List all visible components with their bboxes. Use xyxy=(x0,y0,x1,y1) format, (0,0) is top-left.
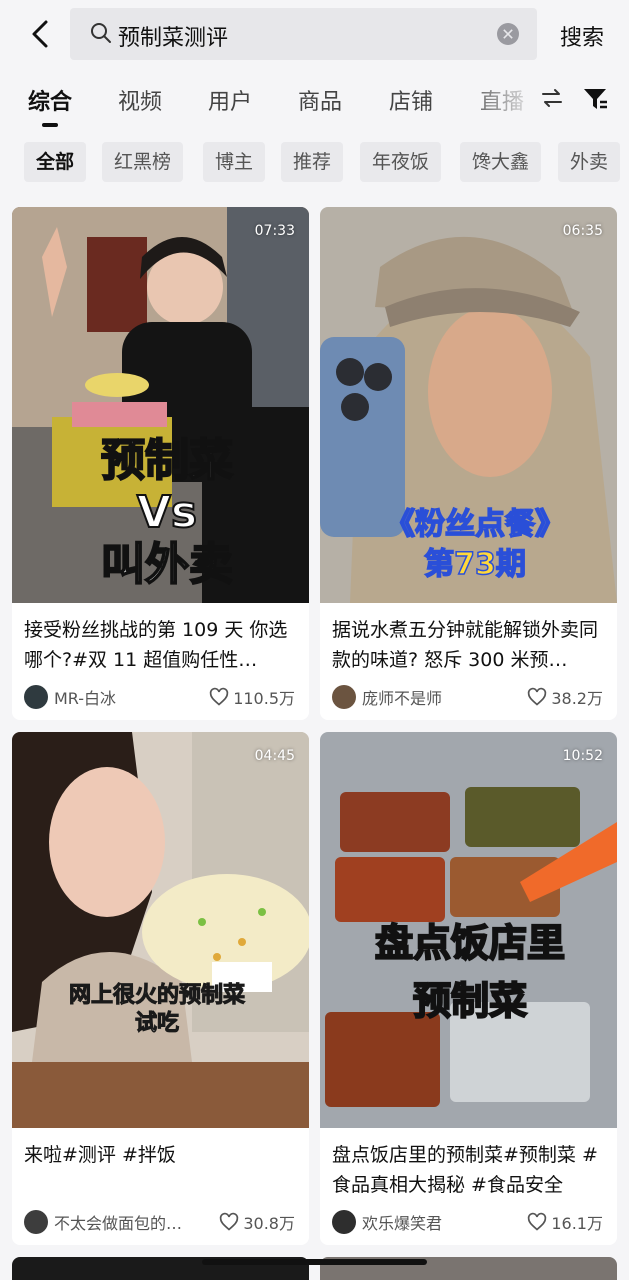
chip-chan-da-xin[interactable]: 馋大鑫 xyxy=(460,142,542,182)
tab-shops[interactable]: 店铺 xyxy=(389,84,433,116)
search-icon xyxy=(91,23,111,43)
active-tab-indicator xyxy=(42,123,58,127)
heart-icon xyxy=(210,687,229,706)
author-name: 欢乐爆笑君 xyxy=(362,1214,443,1233)
video-thumbnail[interactable]: 10:52 盘点饭店里 预制菜 xyxy=(320,732,617,1128)
heart-icon xyxy=(220,1212,239,1231)
search-results-screen: 预制菜测评 搜索 综合 视频 用户 商品 店铺 直播 xyxy=(0,0,629,1280)
video-card[interactable]: 10:52 盘点饭店里 预制菜 盘点饭店里的预制菜#预制菜 #食品真相大揭秘 #… xyxy=(320,732,617,1245)
caption-line-3: 叫外卖 xyxy=(100,538,234,591)
video-duration: 07:33 xyxy=(254,223,295,239)
avatar xyxy=(332,1210,356,1234)
search-query-text: 预制菜测评 xyxy=(118,26,229,51)
avatar xyxy=(24,685,48,709)
caption-line-2: 第73期 xyxy=(423,546,526,583)
home-indicator[interactable] xyxy=(202,1259,427,1265)
like-count: 38.2万 xyxy=(551,689,603,708)
tab-products[interactable]: 商品 xyxy=(298,84,342,116)
chip-all[interactable]: 全部 xyxy=(24,142,87,182)
chip-ranking[interactable]: 红黑榜 xyxy=(102,142,184,182)
filter-icon[interactable] xyxy=(582,86,608,112)
search-button[interactable]: 搜索 xyxy=(560,20,604,52)
caption-line-1: 《粉丝点餐》 xyxy=(384,506,566,543)
video-title[interactable]: 来啦#测评 #拌饭 xyxy=(24,1140,300,1200)
video-duration: 06:35 xyxy=(562,223,603,239)
caption-line-1: 网上很火的预制菜 xyxy=(68,983,245,1009)
caption-line-1: 预制菜 xyxy=(100,434,234,487)
author-info[interactable]: 庞师不是师 xyxy=(332,685,442,709)
video-title[interactable]: 据说水煮五分钟就能解锁外卖同款的味道? 怒斥 300 米预… xyxy=(332,615,608,675)
video-card[interactable]: 04:45 网上很火的预制菜 试吃 来啦#测评 #拌饭 不太会做面包的… 30.… xyxy=(12,732,309,1245)
clear-icon[interactable] xyxy=(497,23,519,45)
thumbnail-caption: 预制菜 Vs 叫外卖 xyxy=(52,434,282,591)
video-thumbnail[interactable]: 07:33 预制菜 Vs 叫外卖 xyxy=(12,207,309,603)
avatar xyxy=(24,1210,48,1234)
chip-takeout[interactable]: 外卖 xyxy=(558,142,621,182)
video-title[interactable]: 接受粉丝挑战的第 109 天 你选哪个?#双 11 超值购任性… xyxy=(24,615,300,675)
tab-all[interactable]: 综合 xyxy=(28,84,72,116)
video-thumbnail[interactable]: 06:35 《粉丝点餐》 第73期 xyxy=(320,207,617,603)
caption-line-2: 预制菜 xyxy=(412,978,528,1024)
like-count: 16.1万 xyxy=(551,1214,603,1233)
category-tabs: 综合 视频 用户 商品 店铺 直播 xyxy=(0,78,629,130)
top-bar: 预制菜测评 搜索 xyxy=(0,0,629,70)
video-title[interactable]: 盘点饭店里的预制菜#预制菜 #食品真相大揭秘 #食品安全 xyxy=(332,1140,608,1200)
back-button[interactable] xyxy=(24,16,56,52)
video-duration: 04:45 xyxy=(254,748,295,764)
like-button[interactable]: 30.8万 xyxy=(219,1210,295,1234)
thumbnail-caption: 《粉丝点餐》 第73期 xyxy=(350,505,600,585)
author-info[interactable]: MR-白冰 xyxy=(24,685,116,709)
like-button[interactable]: 16.1万 xyxy=(527,1210,603,1234)
search-input[interactable]: 预制菜测评 xyxy=(70,8,537,60)
caption-line-2: Vs xyxy=(136,486,198,539)
author-name: MR-白冰 xyxy=(54,689,117,708)
avatar xyxy=(332,685,356,709)
video-card[interactable]: 06:35 《粉丝点餐》 第73期 据说水煮五分钟就能解锁外卖同款的味道? 怒斥… xyxy=(320,207,617,720)
like-count: 30.8万 xyxy=(243,1214,295,1233)
like-button[interactable]: 38.2万 xyxy=(527,685,603,709)
tab-fade xyxy=(460,78,540,122)
thumbnail-image xyxy=(12,732,309,1128)
video-card[interactable]: 07:33 预制菜 Vs 叫外卖 接受粉丝挑战的第 109 天 你选哪个?#双 … xyxy=(12,207,309,720)
like-count: 110.5万 xyxy=(233,689,295,708)
chip-blogger[interactable]: 博主 xyxy=(203,142,266,182)
filter-chips: 全部 红黑榜 博主 推荐 年夜饭 馋大鑫 外卖 xyxy=(0,140,629,186)
heart-icon xyxy=(528,1212,547,1231)
tab-users[interactable]: 用户 xyxy=(208,84,252,116)
thumbnail-caption: 网上很火的预制菜 试吃 xyxy=(32,982,282,1038)
chevron-left-icon xyxy=(32,20,48,48)
video-duration: 10:52 xyxy=(562,748,603,764)
chip-new-year-dinner[interactable]: 年夜饭 xyxy=(360,142,442,182)
caption-line-2: 试吃 xyxy=(134,1011,179,1037)
heart-icon xyxy=(528,687,547,706)
caption-line-1: 盘点饭店里 xyxy=(374,920,566,966)
thumbnail-caption: 盘点饭店里 预制菜 xyxy=(330,914,610,1030)
like-button[interactable]: 110.5万 xyxy=(209,685,295,709)
author-name: 不太会做面包的… xyxy=(54,1214,183,1233)
author-info[interactable]: 欢乐爆笑君 xyxy=(332,1210,442,1234)
chip-recommend[interactable]: 推荐 xyxy=(281,142,344,182)
author-info[interactable]: 不太会做面包的… xyxy=(24,1210,182,1234)
video-thumbnail[interactable]: 04:45 网上很火的预制菜 试吃 xyxy=(12,732,309,1128)
author-name: 庞师不是师 xyxy=(362,689,443,708)
tab-video[interactable]: 视频 xyxy=(118,84,162,116)
swap-icon[interactable] xyxy=(540,86,564,110)
